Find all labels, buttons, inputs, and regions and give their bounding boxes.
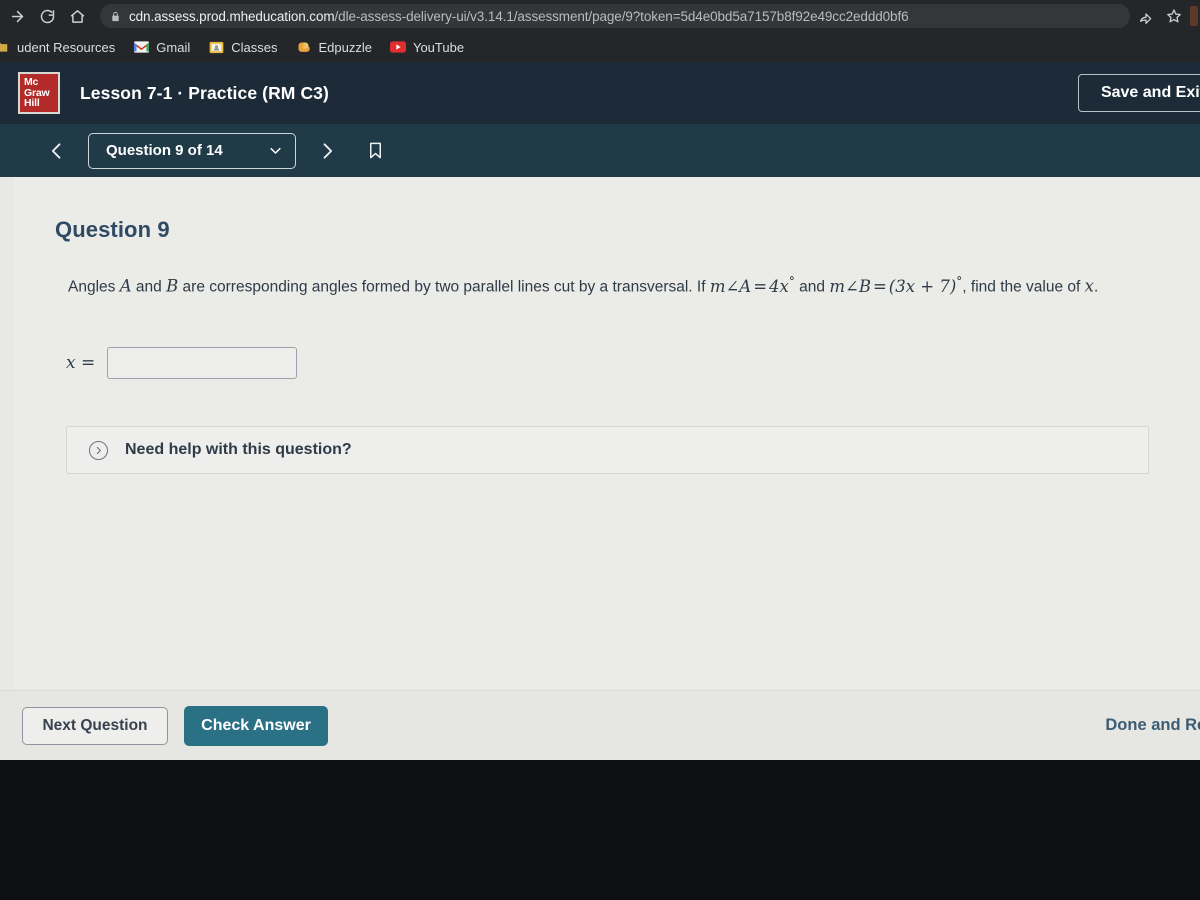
home-icon[interactable] xyxy=(64,3,90,29)
question-text-part-3: are corresponding angles formed by two p… xyxy=(178,278,710,296)
equation-one: m∠A = 4x° xyxy=(709,274,795,296)
google-classroom-icon xyxy=(208,39,224,55)
question-text-part-6: . xyxy=(1093,278,1099,296)
bookmarks-bar: udent Resources Gmail Classes Edpuzzle Y… xyxy=(0,32,1200,62)
bookmark-label: Gmail xyxy=(156,39,191,55)
equation-two-lhs: m∠B xyxy=(829,276,871,296)
browser-chrome: cdn.assess.prod.mheducation.com/dle-asse… xyxy=(0,0,1200,62)
next-question-button[interactable]: Next Question xyxy=(22,706,168,745)
app-header: Mc Graw Hill Lesson 7-1 · Practice (RM C… xyxy=(0,62,1200,124)
address-bar[interactable]: cdn.assess.prod.mheducation.com/dle-asse… xyxy=(100,4,1130,28)
url-path: /dle-assess-delivery-ui/v3.14.1/assessme… xyxy=(334,8,909,24)
question-text: Angles A and B are corresponding angles … xyxy=(68,266,1118,303)
question-content-area: Question 9 Angles A and B are correspond… xyxy=(0,177,1200,690)
logo-line-3: Hill xyxy=(24,97,40,110)
bookmark-label: Classes xyxy=(231,39,278,55)
profile-avatar[interactable] xyxy=(1190,6,1198,26)
page-title: Question 9 xyxy=(55,217,170,242)
bookmark-flag-icon[interactable] xyxy=(362,138,388,164)
angle-b-variable: B xyxy=(166,276,179,296)
share-icon[interactable] xyxy=(1134,4,1158,28)
chevron-right-icon[interactable] xyxy=(314,138,340,164)
bookmark-label: YouTube xyxy=(412,39,465,55)
chevron-right-circle-icon xyxy=(89,440,108,460)
question-text-part-5: , find the value of xyxy=(962,278,1085,296)
equation-one-rhs: 4x xyxy=(769,276,789,296)
question-navigation-bar: Question 9 of 14 xyxy=(0,124,1200,177)
equation-two: m∠B = (3x + 7)° xyxy=(829,274,963,296)
star-bookmark-icon[interactable] xyxy=(1162,4,1186,28)
lesson-title: Lesson 7-1 · Practice (RM C3) xyxy=(80,82,329,103)
address-bar-url: cdn.assess.prod.mheducation.com/dle-asse… xyxy=(129,9,909,24)
reload-icon[interactable] xyxy=(34,3,60,29)
bookmark-classes[interactable]: Classes xyxy=(199,35,286,59)
bookmark-edpuzzle[interactable]: Edpuzzle xyxy=(286,35,380,59)
question-text-part-1: Angles xyxy=(68,278,120,296)
x-variable: x xyxy=(1084,276,1094,296)
question-text-part-4: and xyxy=(794,278,830,296)
lock-icon xyxy=(110,10,121,23)
assessment-app: Mc Graw Hill Lesson 7-1 · Practice (RM C… xyxy=(0,62,1200,760)
question-panel: Question 9 Angles A and B are correspond… xyxy=(14,177,1200,690)
need-help-label: Need help with this question? xyxy=(125,441,352,458)
desktop-background xyxy=(0,760,1200,900)
answer-label: x = xyxy=(66,353,95,373)
forward-arrow-icon[interactable] xyxy=(4,3,30,29)
gmail-icon xyxy=(133,39,149,55)
youtube-icon xyxy=(389,39,406,55)
omnibar-actions xyxy=(1130,4,1200,28)
done-and-review-link[interactable]: Done and Review xyxy=(1105,716,1200,735)
bookmark-label: Edpuzzle xyxy=(318,39,372,55)
answer-row: x = xyxy=(66,347,298,379)
bookmark-youtube[interactable]: YouTube xyxy=(381,35,473,59)
mcgraw-hill-logo: Mc Graw Hill xyxy=(18,72,60,114)
angle-a-variable: A xyxy=(119,276,132,296)
answer-label-equals: = xyxy=(75,353,96,373)
question-selector-dropdown[interactable]: Question 9 of 14 xyxy=(88,132,296,169)
url-host: cdn.assess.prod.mheducation.com xyxy=(129,8,335,24)
answer-label-variable: x xyxy=(66,353,76,373)
question-selector-label: Question 9 of 14 xyxy=(106,142,223,159)
action-bar: Next Question Check Answer Done and Revi… xyxy=(0,690,1200,760)
folder-icon xyxy=(0,39,10,55)
bookmark-student-resources[interactable]: udent Resources xyxy=(0,35,124,59)
chevron-left-icon[interactable] xyxy=(44,138,70,164)
save-and-exit-button[interactable]: Save and Exit xyxy=(1077,74,1200,112)
need-help-panel[interactable]: Need help with this question? xyxy=(66,426,1149,474)
bookmark-label: udent Resources xyxy=(17,39,116,55)
check-answer-button[interactable]: Check Answer xyxy=(184,705,328,746)
equation-two-rhs: (3x + 7) xyxy=(888,276,957,296)
answer-input[interactable] xyxy=(107,347,298,379)
question-text-part-2: and xyxy=(131,278,167,296)
equation-one-lhs: m∠A xyxy=(709,276,752,296)
edpuzzle-icon xyxy=(295,39,311,55)
browser-omnibar: cdn.assess.prod.mheducation.com/dle-asse… xyxy=(0,0,1200,32)
bookmark-gmail[interactable]: Gmail xyxy=(124,35,199,59)
chevron-down-icon xyxy=(268,143,283,158)
